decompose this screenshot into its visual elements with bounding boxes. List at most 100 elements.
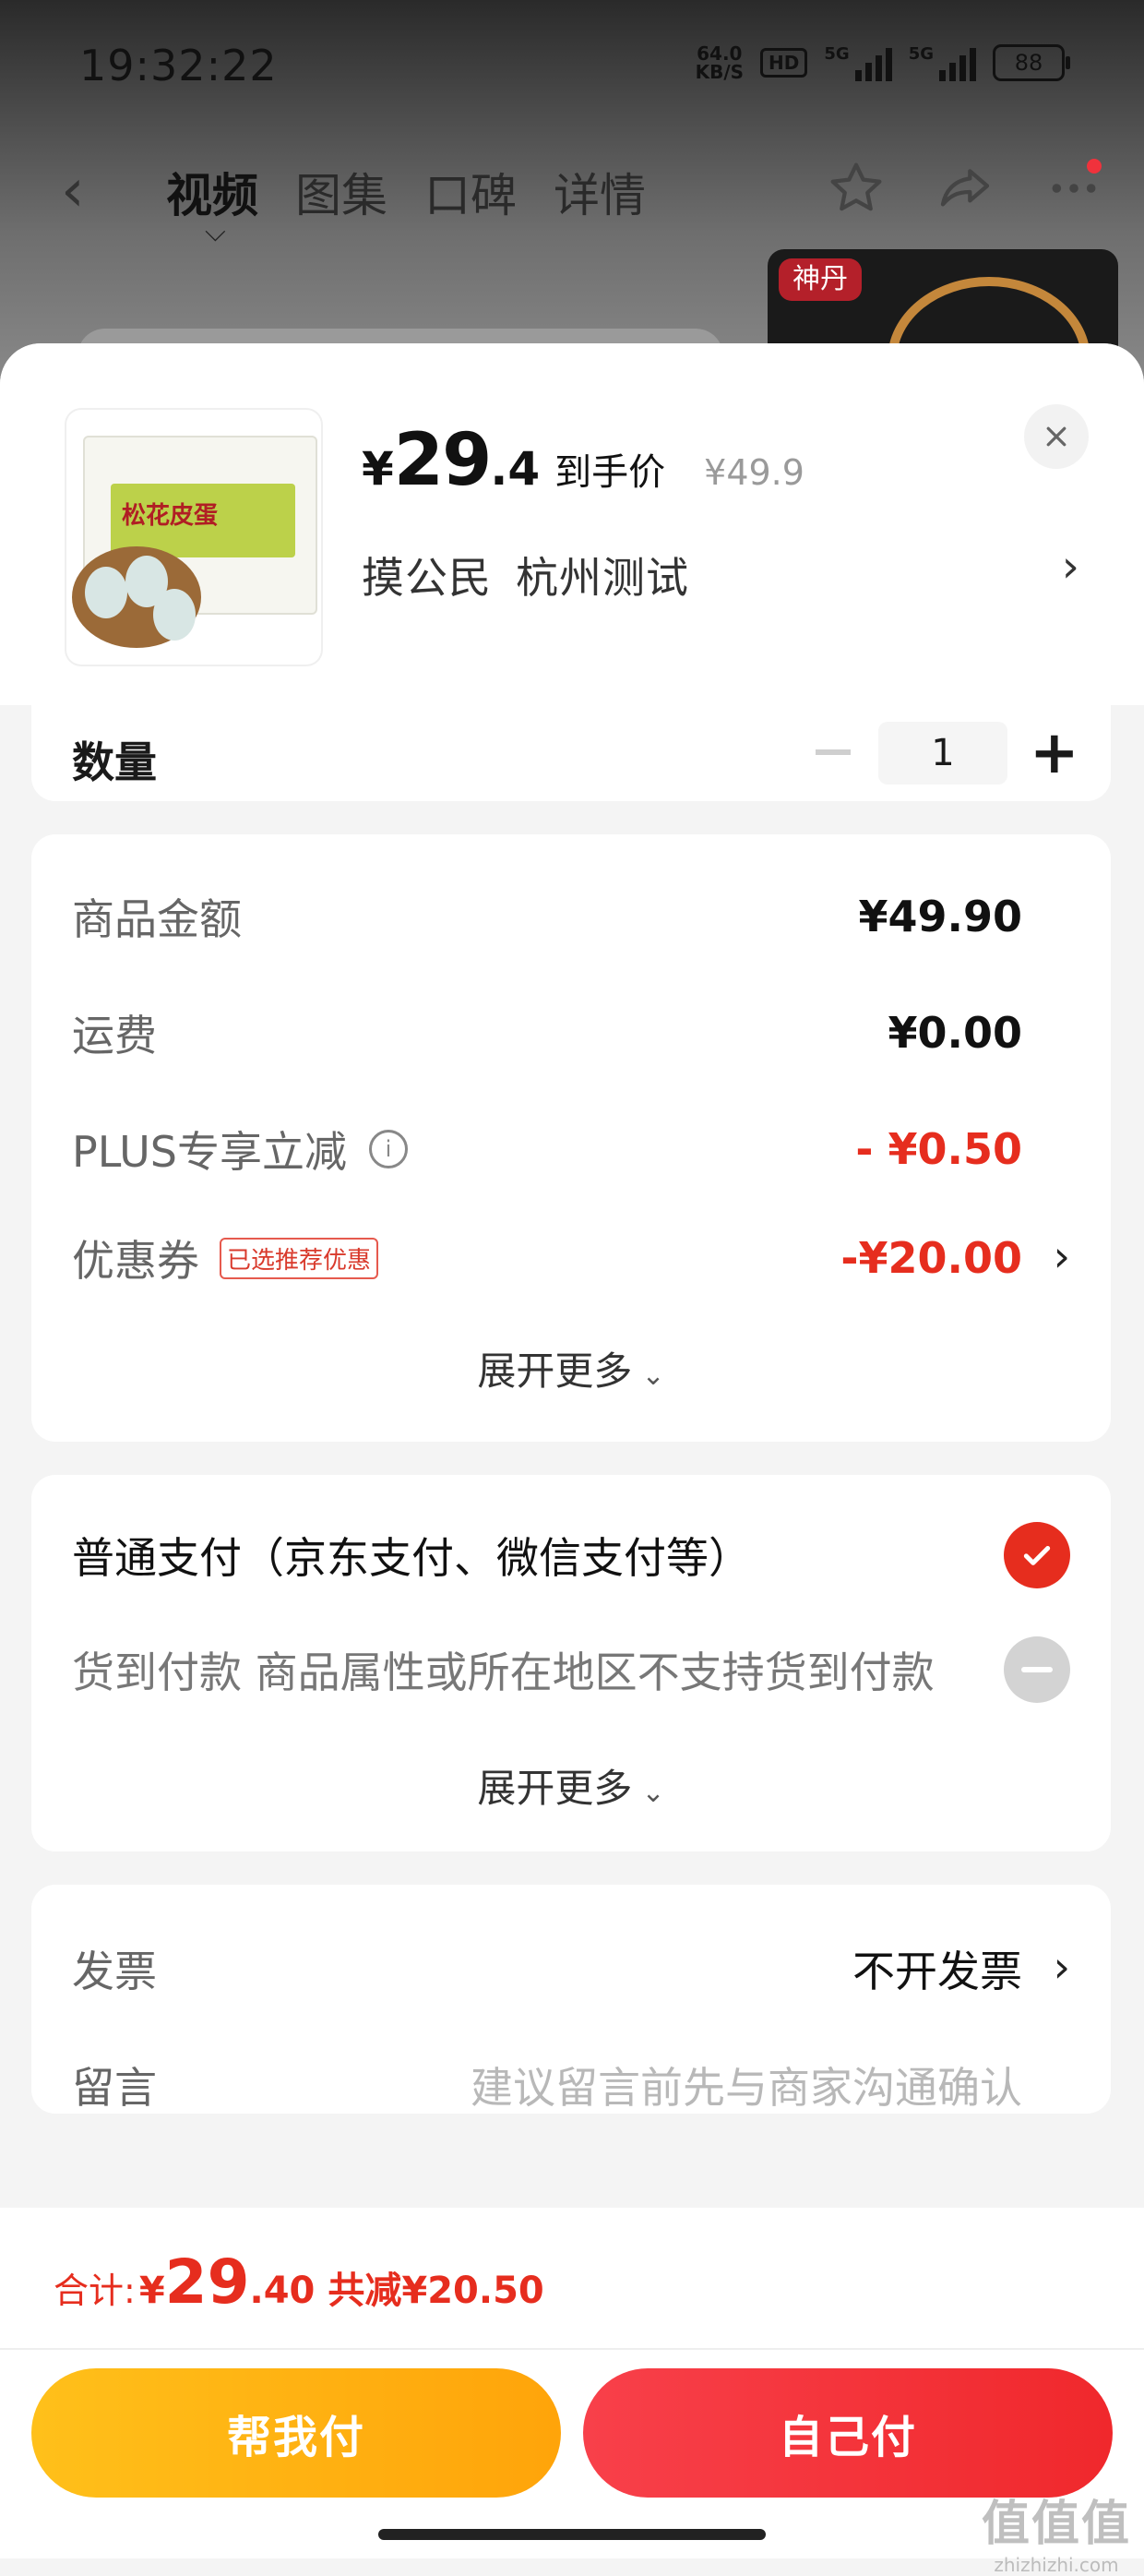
nav-tabs: 视频 图集 口碑 详情 (166, 159, 646, 225)
product-label-text: 松花皮蛋 (122, 502, 219, 530)
battery-icon: 88 (993, 44, 1070, 81)
nav-actions (823, 155, 1107, 222)
note-input[interactable]: 建议留言前先与商家沟通确认 (471, 2055, 1022, 2115)
signal-label: 5G (824, 44, 850, 64)
network-speed: 64.0 KB/S (696, 44, 744, 81)
quantity-plus-button[interactable]: + (1030, 724, 1079, 783)
price: ¥ 29 .4 到手价 ¥49.9 (362, 419, 804, 502)
goods-amount-value: ¥49.90 (858, 892, 1022, 941)
coupon-tag: 已选推荐优惠 (220, 1237, 379, 1279)
receiver-name: 摸公民 (362, 553, 492, 603)
quantity-label: 数量 (72, 737, 157, 787)
help-me-pay-button[interactable]: 帮我付 (31, 2368, 561, 2498)
amount-card: 商品金额 ¥49.90 运费 ¥0.00 PLUS专享立减 i - ¥0.50 … (31, 834, 1111, 1442)
product-nav-bar: ‹ 视频 图集 口碑 详情 ⌵ (0, 138, 1144, 248)
coupon-chevron-icon[interactable]: › (1054, 1231, 1070, 1281)
watermark: 值值值 zhizhizhi.com (982, 2485, 1131, 2576)
disabled-icon (1004, 1636, 1070, 1703)
sheet-header: 松花皮蛋 ¥ 29 .4 到手价 ¥49.9 摸公民 杭州测试 › (0, 343, 1144, 705)
invoice-row[interactable]: 发票 不开发票 (72, 1936, 1022, 2001)
status-time: 19:32:22 (79, 41, 278, 90)
total-saved: 共减¥20.50 (328, 2270, 544, 2312)
pay-myself-button[interactable]: 自己付 (583, 2368, 1113, 2498)
notification-dot (1087, 159, 1102, 174)
goods-amount-row: 商品金额 ¥49.90 (72, 884, 1022, 949)
favorite-star-icon[interactable] (823, 155, 889, 222)
note-label: 留言 (72, 2063, 157, 2113)
network-speed-unit: KB/S (695, 61, 745, 83)
plus-discount-row: PLUS专享立减 i - ¥0.50 (72, 1117, 1022, 1181)
plus-discount-label-wrap: PLUS专享立减 i (72, 1119, 408, 1180)
extra-info-card: 发票 不开发票 › 留言 建议留言前先与商家沟通确认 (31, 1885, 1111, 2114)
payment-cod-row: 货到付款 商品属性或所在地区不支持货到付款 (72, 1636, 1070, 1703)
signal-icon: 5G (824, 44, 892, 81)
product-image: 松花皮蛋 (65, 408, 323, 666)
plus-discount-value: - ¥0.50 (855, 1124, 1022, 1174)
shipping-row: 运费 ¥0.00 (72, 1000, 1022, 1065)
checkout-bar: 合计: ¥ 29 .40 共减¥20.50 帮我付 自己付 值值值 zhizhi… (0, 2208, 1144, 2576)
total-decimal: .40 (249, 2270, 316, 2312)
watermark-url: zhizhizhi.com (994, 2554, 1119, 2576)
quantity-minus-button[interactable] (816, 749, 851, 755)
more-icon[interactable] (1041, 155, 1107, 222)
coupon-value: -¥20.00 (840, 1233, 1022, 1283)
plus-discount-label: PLUS专享立减 (72, 1127, 347, 1177)
price-tag: 到手价 (554, 451, 666, 494)
expand-amounts-label: 展开更多 (477, 1348, 633, 1394)
divider (0, 2348, 1144, 2350)
home-indicator[interactable] (378, 2529, 766, 2540)
order-total: 合计: ¥ 29 .40 共减¥20.50 (54, 2247, 544, 2318)
total-currency: ¥ (138, 2270, 165, 2312)
signal-label-secondary: 5G (908, 44, 934, 64)
address-line[interactable]: 摸公民 杭州测试 (362, 545, 689, 605)
original-price: ¥49.9 (704, 452, 804, 493)
background-product-page: 19:32:22 64.0 KB/S HD 5G 5G 88 ‹ 视频 图集 口… (0, 0, 1144, 388)
status-bar: 19:32:22 64.0 KB/S HD 5G 5G 88 (0, 0, 1144, 138)
expand-amounts-button[interactable]: 展开更多 ⌄ (31, 1340, 1111, 1396)
shipping-label: 运费 (72, 1011, 157, 1060)
price-main: 29 (393, 419, 493, 502)
expand-payment-label: 展开更多 (477, 1766, 633, 1811)
chevron-down-icon: ⌄ (641, 1360, 665, 1392)
total-main: 29 (164, 2247, 250, 2318)
brand-seal: 神丹 (779, 258, 862, 301)
coupon-label-wrap: 优惠券 已选推荐优惠 (72, 1228, 379, 1288)
coupon-label: 优惠券 (72, 1236, 199, 1286)
signal-icon-secondary: 5G (909, 44, 976, 81)
invoice-value: 不开发票 (852, 1947, 1022, 1996)
status-icons: 64.0 KB/S HD 5G 5G 88 (696, 44, 1070, 81)
chevron-down-icon: ⌄ (641, 1777, 665, 1809)
coupon-row[interactable]: 优惠券 已选推荐优惠 -¥20.00 (72, 1226, 1022, 1290)
total-label: 合计: (54, 2270, 136, 2311)
close-icon (1046, 426, 1067, 447)
back-icon[interactable]: ‹ (61, 157, 85, 225)
egg-shape (153, 589, 196, 641)
payment-cod-label: 货到付款 商品属性或所在地区不支持货到付款 (72, 1647, 935, 1697)
tab-reviews[interactable]: 口碑 (424, 159, 517, 225)
tab-gallery[interactable]: 图集 (295, 159, 387, 225)
active-tab-indicator-icon: ⌵ (205, 216, 226, 248)
egg-shape (85, 567, 127, 618)
price-currency: ¥ (362, 442, 394, 496)
goods-amount-label: 商品金额 (72, 894, 242, 944)
info-icon[interactable]: i (368, 1130, 408, 1168)
shipping-value: ¥0.00 (888, 1008, 1022, 1058)
checked-icon[interactable] (1004, 1522, 1070, 1588)
note-row[interactable]: 留言 建议留言前先与商家沟通确认 (72, 2053, 1022, 2117)
quantity-input[interactable]: 1 (878, 722, 1007, 785)
price-decimal: .4 (490, 442, 541, 496)
watermark-logo: 值值值 (981, 2497, 1131, 2552)
payment-normal-row[interactable]: 普通支付（京东支付、微信支付等） (72, 1522, 1070, 1588)
address-chevron-icon[interactable]: › (1062, 541, 1079, 593)
tab-details[interactable]: 详情 (554, 159, 646, 225)
share-icon[interactable] (932, 155, 998, 222)
close-button[interactable] (1024, 404, 1089, 469)
payment-normal-label: 普通支付（京东支付、微信支付等） (72, 1533, 751, 1583)
network-speed-value: 64.0 (697, 42, 743, 65)
invoice-label: 发票 (72, 1947, 157, 1996)
payment-card: 普通支付（京东支付、微信支付等） 货到付款 商品属性或所在地区不支持货到付款 展… (31, 1475, 1111, 1851)
hd-icon: HD (760, 48, 808, 78)
invoice-chevron-icon[interactable]: › (1054, 1942, 1070, 1992)
expand-payment-button[interactable]: 展开更多 ⌄ (31, 1757, 1111, 1814)
receiver-location: 杭州测试 (516, 553, 689, 603)
